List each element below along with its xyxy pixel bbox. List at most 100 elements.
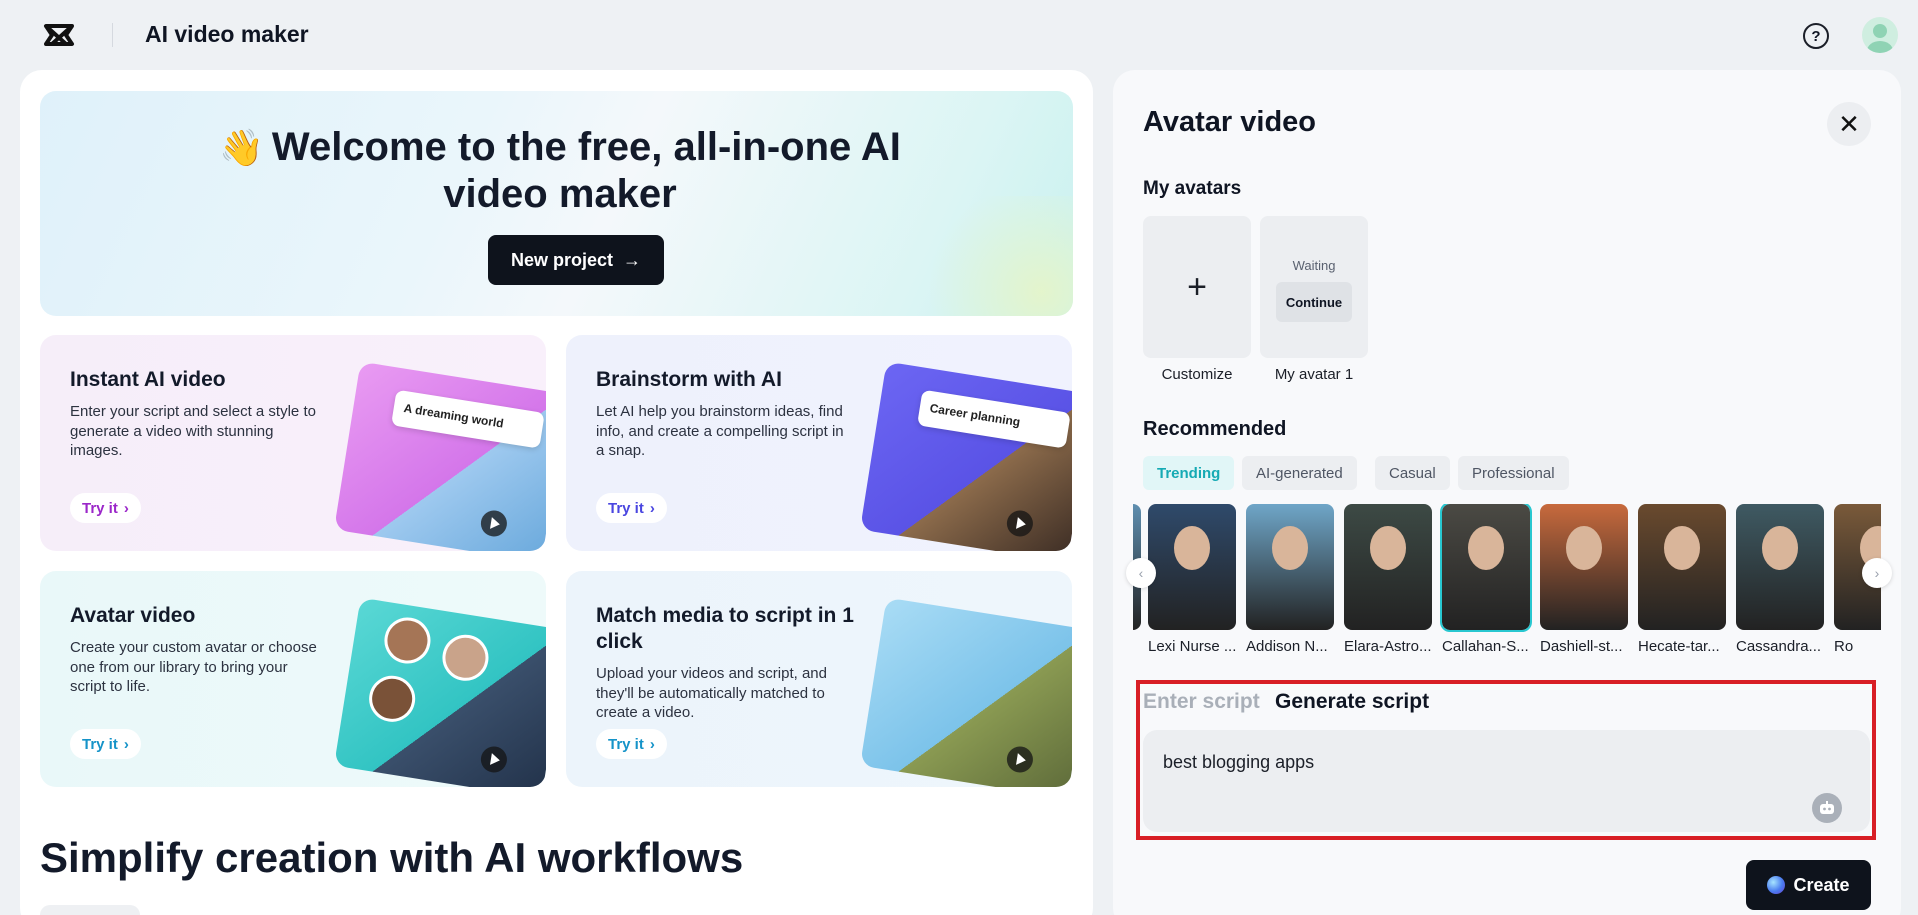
brainstorm-card[interactable]: Brainstorm with AI Let AI help you brain… [566,335,1072,551]
new-project-button[interactable]: New project → [488,235,664,285]
avatar-video-card[interactable]: Avatar video Create your custom avatar o… [40,571,546,787]
avatar-name-label: Elara-Astro... [1344,638,1440,655]
waiting-status: Waiting [1260,258,1368,273]
avatar-face [1762,526,1798,570]
banner-glow [913,196,1073,316]
card-description: Enter your script and select a style to … [70,402,320,461]
card-title: Instant AI video [70,367,330,393]
create-button[interactable]: Create [1746,860,1871,910]
avatar-face [439,631,492,684]
script-input[interactable] [1143,730,1870,832]
try-it-label: Try it [608,500,644,517]
avatar-name-label: Addison N... [1246,638,1342,655]
user-avatar[interactable] [1862,17,1898,53]
tab-generate-script[interactable]: Generate script [1275,690,1429,714]
avatar-name-label: e ... [1133,638,1149,655]
instant-ai-video-card[interactable]: Instant AI video Enter your script and s… [40,335,546,551]
avatar-face [381,614,434,667]
play-icon [479,509,509,539]
my-avatar-label: My avatar 1 [1244,366,1384,383]
avatar-thumbnail[interactable] [1246,504,1334,630]
continue-button[interactable]: Continue [1276,282,1352,322]
prompt-chip: Career planning [917,390,1071,449]
avatar-carousel: e ...Lexi Nurse ...Addison N...Elara-Ast… [1133,504,1881,662]
avatar-thumbnail[interactable] [1736,504,1824,630]
capcut-logo-icon[interactable] [40,20,78,50]
avatar-name-label: Cassandra... [1736,638,1832,655]
avatar-thumbnail[interactable] [1540,504,1628,630]
avatar-thumbnail[interactable] [1442,504,1530,630]
avatar-name-label: Callahan-S... [1442,638,1538,655]
play-icon [1005,745,1035,775]
avatar-face [1664,526,1700,570]
avatar-thumbnail[interactable] [1344,504,1432,630]
section-title: Simplify creation with AI workflows [40,834,743,882]
welcome-title: 👋Welcome to the free, all-in-one AI vide… [210,124,910,217]
new-project-label: New project [511,250,613,271]
try-it-button[interactable]: Try it › [70,493,141,523]
ai-orb-icon [1767,876,1785,894]
top-bar: AI video maker ? [0,0,1918,70]
avatar-face [1468,526,1504,570]
home-panel: 👋Welcome to the free, all-in-one AI vide… [20,70,1093,915]
chevron-right-icon: › [124,500,129,517]
try-it-button[interactable]: Try it › [596,729,667,759]
chip-ai-generated[interactable]: AI-generated [1242,456,1357,490]
customize-avatar-button[interactable]: + [1143,216,1251,358]
create-label: Create [1793,875,1849,896]
chip-casual[interactable]: Casual [1375,456,1450,490]
card-description: Create your custom avatar or choose one … [70,638,320,697]
avatar-thumbnail[interactable] [1148,504,1236,630]
try-it-label: Try it [608,736,644,753]
waving-hand-icon: 👋 [219,127,264,168]
help-icon[interactable]: ? [1803,23,1829,49]
brainstorm-illustration: Career planning [860,362,1072,551]
prompt-chip: A dreaming world [391,390,545,449]
avatar-face [1566,526,1602,570]
avatar-video-panel: Avatar video ✕ My avatars + Waiting Cont… [1113,70,1901,915]
chip-professional[interactable]: Professional [1458,456,1569,490]
avatar-name-label: Ro [1834,638,1881,655]
avatar-face [1370,526,1406,570]
robot-icon[interactable] [1812,793,1842,823]
chevron-right-icon[interactable]: › [1862,558,1892,588]
recommended-heading: Recommended [1143,418,1286,441]
try-it-button[interactable]: Try it › [70,729,141,759]
card-title: Avatar video [70,603,330,629]
close-icon[interactable]: ✕ [1827,102,1871,146]
chevron-right-icon: › [650,736,655,753]
match-media-card[interactable]: Match media to script in 1 click Upload … [566,571,1072,787]
chevron-right-icon: › [124,736,129,753]
tab-enter-script[interactable]: Enter script [1143,690,1260,714]
header-divider [112,23,113,47]
match-media-illustration [860,598,1072,787]
plus-icon: + [1187,268,1207,307]
avatar-face [1174,526,1210,570]
avatar-name-label: Hecate-tar... [1638,638,1734,655]
avatar-name-label: Dashiell-st... [1540,638,1636,655]
play-icon [479,745,509,775]
welcome-banner: 👋Welcome to the free, all-in-one AI vide… [40,91,1073,316]
try-it-label: Try it [82,500,118,517]
play-icon [1005,509,1035,539]
chevron-left-icon[interactable]: ‹ [1126,558,1156,588]
avatar-face [366,672,419,725]
instant-video-illustration: A dreaming world [334,362,546,551]
card-description: Upload your videos and script, and they'… [596,664,846,723]
avatar-face [1272,526,1308,570]
avatar-name-label: Lexi Nurse ... [1148,638,1244,655]
avatar-illustration [334,598,546,787]
welcome-title-text: Welcome to the free, all-in-one AI video… [272,125,901,216]
card-title: Brainstorm with AI [596,367,856,393]
my-avatar-tile[interactable]: Waiting Continue [1260,216,1368,358]
card-title: Match media to script in 1 click [596,603,856,655]
avatar-thumbnail[interactable] [1638,504,1726,630]
try-it-label: Try it [82,736,118,753]
chip-trending[interactable]: Trending [1143,456,1234,490]
section-tab-stub[interactable] [40,905,140,915]
panel-title: Avatar video [1143,106,1316,139]
chevron-right-icon: › [650,500,655,517]
try-it-button[interactable]: Try it › [596,493,667,523]
my-avatars-heading: My avatars [1143,178,1241,200]
card-description: Let AI help you brainstorm ideas, find i… [596,402,846,461]
